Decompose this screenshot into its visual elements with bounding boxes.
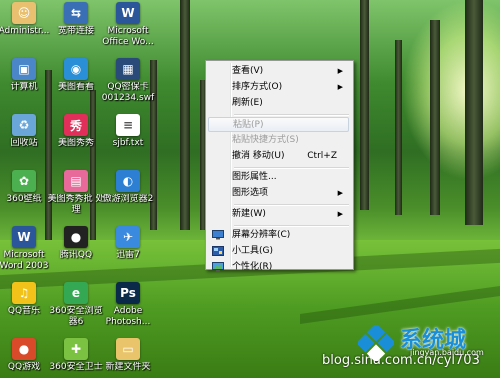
desktop-icon-photoshop[interactable]: Ps Adobe Photosh... — [96, 282, 160, 328]
360-wallpaper-icon: ✿ — [12, 170, 36, 192]
desktop-icon-label: QQ密保卡 001234.swf — [101, 82, 155, 103]
personalize-icon — [212, 262, 224, 272]
desktop-icon-thunder-7[interactable]: ✈ 迅雷7 — [96, 226, 160, 261]
submenu-arrow-icon: ▶ — [337, 210, 343, 218]
desktop-icon-sjbf-txt[interactable]: ≡ sjbf.txt — [96, 114, 160, 149]
meitu-batch-icon: ▤ — [64, 170, 88, 192]
360-safe-icon: ✚ — [64, 338, 88, 360]
360-browser-6-icon: e — [64, 282, 88, 304]
desktop-icon-label: 迅雷7 — [116, 250, 140, 260]
computer-icon: ▣ — [12, 58, 36, 80]
windows-logo-icon — [358, 325, 394, 361]
menu-item-gadgets[interactable]: 小工具(G) — [208, 244, 349, 259]
submenu-arrow-icon: ▶ — [337, 189, 343, 197]
menu-item-paste-shortcut[interactable]: 粘贴快捷方式(S) — [208, 133, 349, 148]
new-folder-icon: ▭ — [116, 338, 140, 360]
menu-item-graphics-properties[interactable]: 图形属性... — [208, 170, 349, 185]
menu-item-personalize[interactable]: 个性化(R) — [208, 260, 349, 275]
submenu-arrow-icon: ▶ — [337, 83, 343, 91]
qq-music-icon: ♫ — [12, 282, 36, 304]
office-word-icon: W — [116, 2, 140, 24]
menu-item-new[interactable]: 新建(W) ▶ — [208, 207, 349, 222]
desktop-icon-label: 傲游浏览器2 — [102, 194, 154, 204]
desktop-icon-new-folder[interactable]: ▭ 新建文件夹 — [96, 338, 160, 373]
desktop-icon-label: Microsoft Office Wo... — [102, 26, 154, 47]
qq-card-swf-icon: ▦ — [116, 58, 140, 80]
menu-item-view[interactable]: 查看(V) ▶ — [208, 64, 349, 79]
meitu-viewer-icon: ◉ — [64, 58, 88, 80]
desktop-icon-maxthon-2[interactable]: ◐ 傲游浏览器2 — [96, 170, 160, 205]
menu-item-undo-move[interactable]: 撤消 移动(U) Ctrl+Z — [208, 149, 349, 164]
menu-item-sort-by[interactable]: 排序方式(O) ▶ — [208, 80, 349, 95]
desktop-icon-office-word[interactable]: W Microsoft Office Wo... — [96, 2, 160, 48]
desktop[interactable]: ☺ Administr... ⇆ 宽带连接 W Microsoft Office Wo..… — [0, 0, 500, 378]
monitor-icon — [212, 230, 224, 240]
qq-games-icon: ● — [12, 338, 36, 360]
menu-item-screen-resolution[interactable]: 屏幕分辨率(C) — [208, 228, 349, 243]
recycle-bin-icon: ♻ — [12, 114, 36, 136]
tencent-qq-icon: ● — [64, 226, 88, 248]
thunder-7-icon: ✈ — [116, 226, 140, 248]
menu-item-graphics-options[interactable]: 图形选项 ▶ — [208, 186, 349, 201]
menu-item-refresh[interactable]: 刷新(E) — [208, 96, 349, 111]
administrator-icon: ☺ — [12, 2, 36, 24]
broadband-icon: ⇆ — [64, 2, 88, 24]
watermark-sub: jingyan.baidu.com — [410, 348, 484, 357]
desktop-icon-label: Adobe Photosh... — [105, 306, 151, 327]
menu-item-paste[interactable]: 粘贴(P) — [208, 117, 349, 132]
desktop-context-menu: 查看(V) ▶ 排序方式(O) ▶ 刷新(E) 粘贴(P) 粘贴快捷方式(S) 撤消… — [205, 60, 354, 272]
desktop-icon-qq-card-swf[interactable]: ▦ QQ密保卡 001234.swf — [96, 58, 160, 104]
photoshop-icon: Ps — [116, 282, 140, 304]
word-2003-icon: W — [12, 226, 36, 248]
maxthon-2-icon: ◐ — [116, 170, 140, 192]
meitu-xiuxiu-icon: 秀 — [64, 114, 88, 136]
submenu-arrow-icon: ▶ — [337, 67, 343, 75]
sjbf-txt-icon: ≡ — [116, 114, 140, 136]
gadgets-icon — [212, 246, 224, 256]
desktop-icon-label: sjbf.txt — [112, 138, 144, 148]
desktop-icon-label: 新建文件夹 — [105, 362, 151, 372]
